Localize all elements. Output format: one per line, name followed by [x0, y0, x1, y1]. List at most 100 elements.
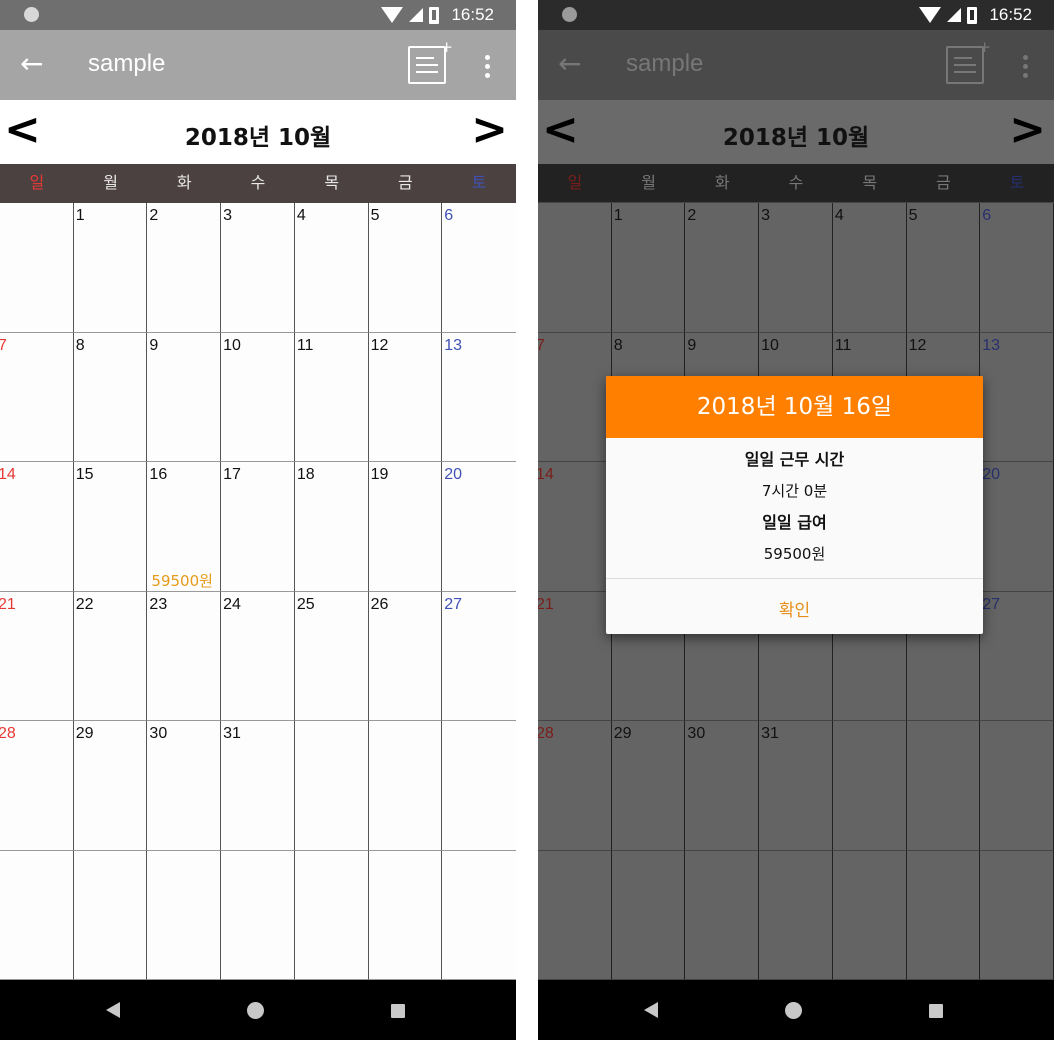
calendar-day-cell[interactable]: 30: [147, 721, 222, 851]
calendar-day-cell[interactable]: 27: [980, 591, 1054, 721]
day-number: 31: [223, 725, 241, 742]
calendar-day-cell[interactable]: 18: [294, 462, 369, 592]
calendar-day-cell[interactable]: [368, 721, 443, 851]
calendar-day-cell[interactable]: 2: [147, 203, 222, 333]
calendar-day-cell[interactable]: 8: [73, 332, 148, 462]
calendar-day-cell[interactable]: 3: [221, 203, 295, 333]
calendar-day-cell[interactable]: 20: [442, 462, 516, 592]
calendar-day-cell[interactable]: 4: [832, 203, 907, 333]
calendar-day-cell[interactable]: [980, 721, 1054, 851]
note-add-icon[interactable]: +: [408, 38, 453, 84]
calendar-day-cell[interactable]: [759, 850, 833, 980]
calendar-day-cell[interactable]: [906, 850, 981, 980]
calendar-day-cell[interactable]: [0, 203, 74, 333]
calendar-day-cell[interactable]: 13: [442, 333, 516, 462]
calendar-day-cell[interactable]: 14: [538, 462, 612, 592]
more-vert-icon[interactable]: [478, 52, 496, 82]
calendar-day-cell[interactable]: 1: [73, 203, 148, 333]
status-icons: 16:52: [381, 3, 494, 27]
calendar-day-cell[interactable]: [73, 850, 148, 980]
calendar-day-cell[interactable]: [0, 850, 74, 980]
status-icons: 16:52: [919, 3, 1032, 27]
calendar-day-cell[interactable]: 23: [147, 591, 222, 721]
calendar-day-cell[interactable]: 31: [221, 721, 295, 851]
calendar-day-cell[interactable]: 24: [221, 591, 295, 721]
day-number: 28: [538, 725, 554, 742]
nav-home-icon[interactable]: [785, 1002, 802, 1019]
calendar-day-cell[interactable]: [611, 850, 686, 980]
calendar-day-cell[interactable]: [906, 721, 981, 851]
daily-pay-label: 일일 급여: [762, 513, 827, 532]
calendar-day-cell[interactable]: 11: [294, 332, 369, 462]
calendar-day-cell[interactable]: [221, 850, 295, 980]
calendar-day-cell[interactable]: 31: [759, 721, 833, 851]
calendar-day-cell[interactable]: 29: [73, 721, 148, 851]
nav-back-icon[interactable]: [644, 1002, 658, 1018]
calendar-day-cell[interactable]: 30: [685, 721, 760, 851]
system-nav-bar: [0, 980, 516, 1040]
calendar-day-cell[interactable]: 21: [538, 591, 612, 721]
calendar-day-cell[interactable]: 19: [368, 462, 443, 592]
calendar-day-cell[interactable]: 4: [294, 203, 369, 333]
signal-icon: [409, 8, 424, 22]
calendar-day-cell[interactable]: [442, 851, 516, 980]
calendar-day-cell[interactable]: 28: [0, 721, 74, 851]
month-title: 2018년 10월: [184, 125, 332, 151]
weekday-label: 토: [1009, 173, 1025, 192]
day-number: 6: [982, 207, 992, 224]
day-number: 10: [761, 336, 779, 354]
calendar-day-cell[interactable]: 28: [538, 721, 612, 851]
chevron-right-icon[interactable]: >: [471, 108, 508, 152]
arrow-left-icon[interactable]: ←: [20, 50, 48, 80]
calendar-day-cell[interactable]: 12: [368, 332, 443, 462]
calendar-day-cell[interactable]: 6: [442, 203, 516, 333]
day-number: 19: [370, 466, 389, 483]
nav-recents-icon[interactable]: [929, 1004, 943, 1018]
weekday-label: 월: [103, 173, 118, 192]
calendar-day-cell[interactable]: [832, 850, 907, 980]
daily-pay-value: 59500원: [763, 545, 826, 563]
day-number: 28: [0, 725, 16, 742]
calendar-day-cell[interactable]: 13: [980, 332, 1054, 462]
calendar-day-cell[interactable]: [832, 721, 907, 851]
calendar-day-cell[interactable]: 6: [980, 203, 1054, 333]
confirm-button[interactable]: 확인: [606, 579, 983, 634]
nav-back-icon[interactable]: [106, 1002, 120, 1018]
calendar-day-cell[interactable]: 2: [685, 203, 760, 333]
calendar-day-cell[interactable]: [147, 850, 222, 980]
calendar-day-cell[interactable]: 16 59500원: [147, 462, 222, 592]
calendar-day-cell[interactable]: 3: [759, 203, 833, 333]
calendar-day-cell[interactable]: 20: [980, 462, 1054, 592]
calendar-day-cell[interactable]: 1: [611, 203, 686, 333]
nav-home-icon[interactable]: [247, 1002, 264, 1019]
calendar-day-cell[interactable]: 22: [73, 591, 148, 721]
calendar-day-cell[interactable]: [538, 203, 612, 333]
nav-recents-icon[interactable]: [391, 1004, 405, 1018]
calendar-day-cell[interactable]: 15: [73, 462, 148, 592]
calendar-day-cell[interactable]: 26: [368, 591, 443, 721]
calendar-day-cell[interactable]: 29: [611, 721, 686, 851]
calendar-day-cell[interactable]: [980, 850, 1054, 980]
calendar-day-cell[interactable]: 17: [221, 462, 295, 592]
app-bar: ← sample +: [538, 30, 1054, 100]
calendar-day-cell[interactable]: [685, 850, 760, 980]
day-number: 13: [444, 336, 463, 354]
calendar-day-cell[interactable]: [294, 850, 369, 980]
calendar-day-cell[interactable]: 5: [368, 203, 443, 333]
calendar-day-cell[interactable]: [538, 850, 612, 980]
calendar-day-cell[interactable]: 7: [538, 332, 612, 462]
calendar-day-cell[interactable]: [368, 850, 443, 980]
calendar-day-cell[interactable]: 9: [147, 332, 222, 462]
calendar-day-cell[interactable]: 5: [906, 203, 981, 333]
day-number: 23: [149, 595, 168, 613]
calendar-day-cell[interactable]: [442, 721, 516, 851]
status-time: 16:52: [451, 5, 494, 24]
calendar-day-cell[interactable]: 25: [294, 591, 369, 721]
calendar-day-cell[interactable]: 7: [0, 332, 74, 462]
calendar-day-cell[interactable]: 27: [442, 592, 516, 721]
calendar-day-cell[interactable]: 21: [0, 591, 74, 721]
calendar-day-cell[interactable]: [294, 721, 369, 851]
calendar-day-cell[interactable]: 14: [0, 462, 74, 592]
day-number: 6: [444, 207, 454, 224]
calendar-day-cell[interactable]: 10: [221, 332, 295, 462]
